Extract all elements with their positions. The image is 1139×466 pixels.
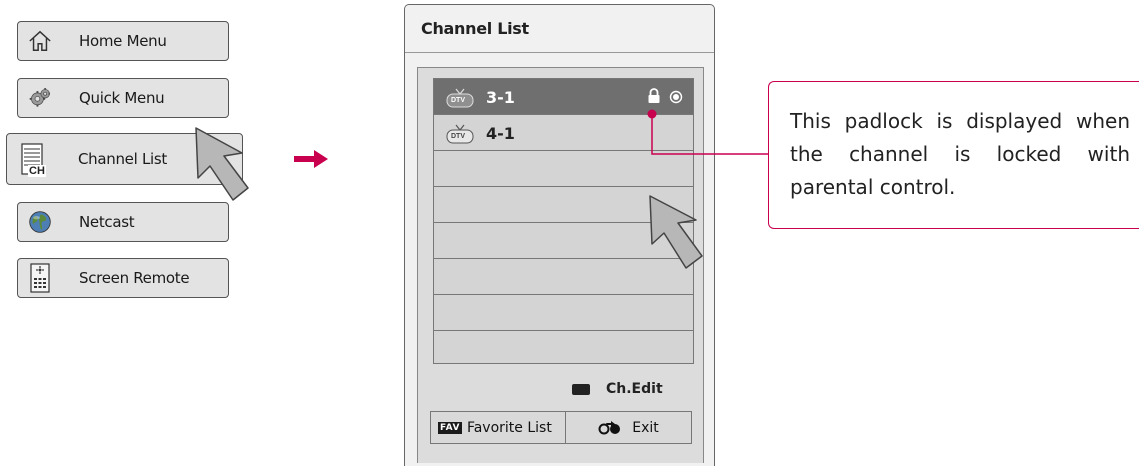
padlock-icon (647, 88, 661, 110)
menu-label-screen-remote: Screen Remote (79, 269, 190, 287)
pointer-cursor-icon (649, 195, 703, 269)
menu-label-quick: Quick Menu (79, 89, 165, 107)
globe-icon (28, 209, 52, 235)
dtv-badge: DTV (451, 133, 465, 140)
channel-row-selected[interactable]: DTV 3-1 (434, 79, 693, 115)
menu-item-screen-remote[interactable]: Screen Remote (17, 258, 229, 298)
divider (405, 52, 714, 53)
favorite-list-label: Favorite List (466, 419, 552, 436)
radio-dot-icon (669, 90, 683, 109)
menu-item-quick[interactable]: Quick Menu (17, 78, 229, 118)
dtv-tv-icon: DTV (446, 124, 474, 149)
menu-label-netcast: Netcast (79, 213, 135, 231)
arrow-right-icon (294, 150, 328, 168)
exit-label: Exit (632, 419, 659, 436)
home-icon (28, 28, 52, 54)
channel-row-empty (434, 331, 693, 367)
channel-row-empty (434, 151, 693, 187)
fav-badge: FAV (438, 421, 462, 434)
pointer-cursor-icon (195, 127, 249, 201)
menu-label-home: Home Menu (79, 32, 167, 50)
bottom-bar: FAV Favorite List Exit (430, 411, 692, 444)
dtv-badge: DTV (451, 97, 465, 104)
dtv-tv-icon: DTV (446, 88, 474, 113)
callout-text: This padlock is displayed when the chann… (790, 109, 1130, 199)
gear-icon (28, 85, 52, 111)
channel-icon-text: CH (28, 165, 46, 177)
channel-number: 4-1 (486, 124, 515, 143)
back-exit-icon (598, 420, 622, 435)
channel-number: 3-1 (486, 88, 515, 107)
channel-row[interactable]: DTV 4-1 (434, 115, 693, 151)
exit-button[interactable]: Exit (566, 412, 691, 443)
ch-edit-hint[interactable]: Ch.Edit (572, 381, 663, 397)
panel-title: Channel List (421, 19, 529, 38)
menu-label-channel-list: Channel List (78, 150, 167, 168)
favorite-list-button[interactable]: FAV Favorite List (431, 412, 566, 443)
ch-edit-label: Ch.Edit (606, 381, 663, 397)
callout-box: This padlock is displayed when the chann… (768, 81, 1139, 229)
channel-row-empty (434, 295, 693, 331)
remote-icon (28, 263, 52, 293)
black-button-icon (572, 383, 590, 395)
menu-item-home[interactable]: Home Menu (17, 21, 229, 61)
